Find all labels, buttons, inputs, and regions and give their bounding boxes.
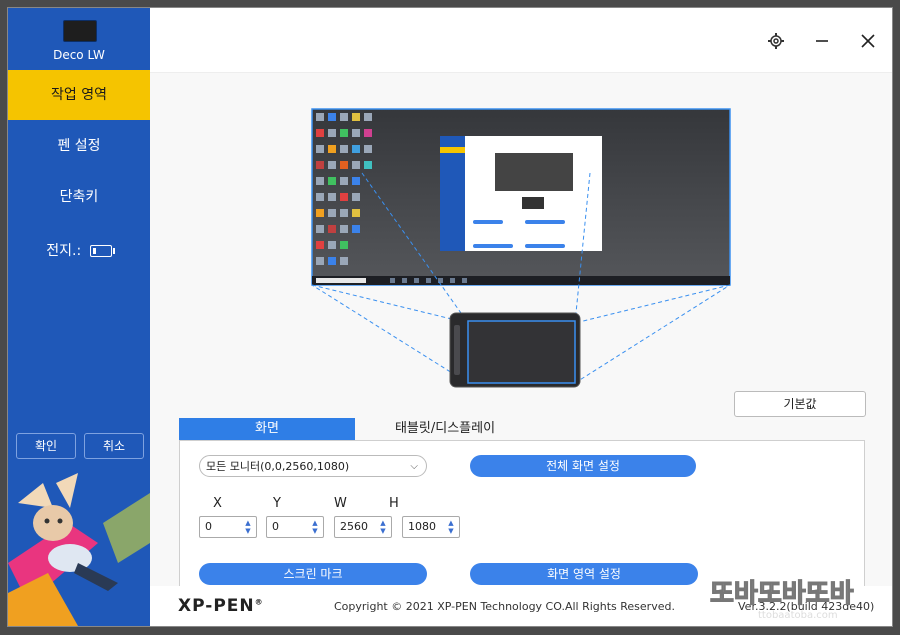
x-stepper[interactable]: 0 ▲ ▼ [199,516,257,538]
x-value: 0 [205,520,212,533]
monitor-select-value: 모든 모니터(0,0,2560,1080) [206,460,350,473]
mascot-illustration [8,473,150,626]
ok-button[interactable]: 확인 [16,433,76,459]
copyright-text: Copyright © 2021 XP-PEN Technology CO.Al… [334,600,675,613]
w-stepper[interactable]: 2560 ▲ ▼ [334,516,392,538]
mapping-preview [311,108,731,388]
minimize-icon[interactable] [811,30,833,52]
default-button[interactable]: 기본값 [734,391,866,417]
tab-tablet-display[interactable]: 태블릿/디스플레이 [355,418,535,440]
tablet-device-icon [63,20,97,42]
battery-label: 전지.: [46,243,82,259]
stepper-arrows-icon[interactable]: ▲ ▼ [311,519,319,535]
xp-pen-logo: XP-PEN® [178,596,264,616]
h-label: H [389,496,399,511]
stepper-arrows-icon[interactable]: ▲ ▼ [244,519,252,535]
h-value: 1080 [408,520,436,533]
svg-text:또바또바또바: 또바또바또바 [710,579,854,609]
tablet-preview [449,312,581,388]
x-label: X [213,496,222,511]
monitor-select[interactable]: 모든 모니터(0,0,2560,1080) ⌵ [199,455,427,477]
stepper-arrows-icon[interactable]: ▲ ▼ [379,519,387,535]
watermark: 또바또바또바 ttobaatoba.com [709,578,854,621]
tab-screen[interactable]: 화면 [179,418,355,440]
gear-icon[interactable] [765,30,787,52]
sidebar: Deco LW 작업 영역 펜 설정 단축키 전지.: 확인 취소 [8,8,150,626]
battery-icon [89,245,115,257]
y-label: Y [273,496,281,511]
sidebar-item-shortcuts[interactable]: 단축키 [8,172,150,222]
y-value: 0 [272,520,279,533]
sidebar-item-work-area[interactable]: 작업 영역 [8,70,150,120]
chevron-down-icon: ⌵ [410,461,418,472]
y-stepper[interactable]: 0 ▲ ▼ [266,516,324,538]
device-name: Deco LW [53,48,105,62]
work-area-content: 기본값 화면 태블릿/디스플레이 모든 모니터(0,0,2560,1080) ⌵… [150,72,892,626]
battery-status: 전지.: [8,240,150,260]
stepper-arrows-icon[interactable]: ▲ ▼ [447,519,455,535]
close-icon[interactable] [857,30,879,52]
svg-text:ttobaatoba.com: ttobaatoba.com [758,610,838,621]
sidebar-item-pen-settings[interactable]: 펜 설정 [8,121,150,171]
cancel-button[interactable]: 취소 [84,433,144,459]
screen-mark-button[interactable]: 스크린 마크 [199,563,427,585]
app-window: Deco LW 작업 영역 펜 설정 단축키 전지.: 확인 취소 기본값 화면… [8,8,892,626]
fullscreen-button[interactable]: 전체 화면 설정 [470,455,696,477]
monitor-preview [311,108,731,286]
w-value: 2560 [340,520,368,533]
h-stepper[interactable]: 1080 ▲ ▼ [402,516,460,538]
w-label: W [334,496,347,511]
screen-area-button[interactable]: 화면 영역 설정 [470,563,698,585]
